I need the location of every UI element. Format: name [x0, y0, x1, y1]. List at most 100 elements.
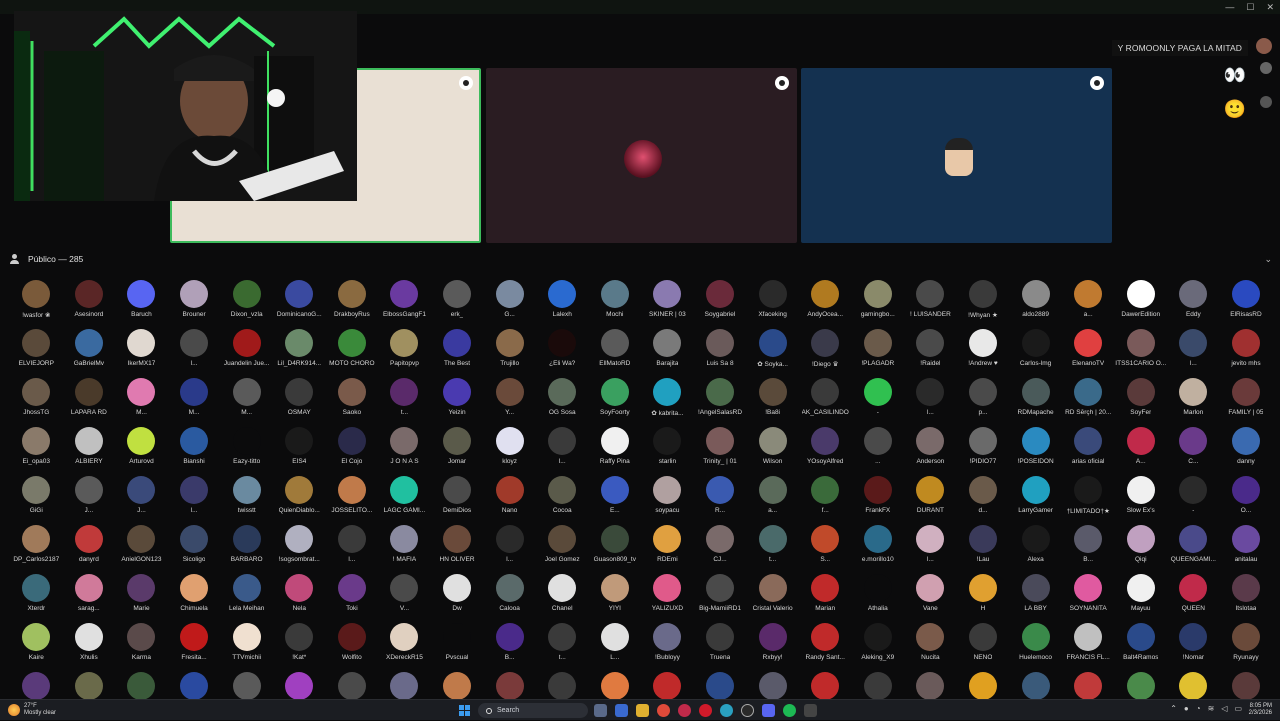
member-item[interactable]: Xterdr — [10, 574, 63, 623]
member-item[interactable]: e.morillo10 — [852, 525, 905, 574]
tray-icon[interactable]: ● — [1184, 704, 1189, 713]
side-icon[interactable] — [1260, 96, 1272, 108]
volume-icon[interactable]: ◁ — [1221, 704, 1227, 713]
member-item[interactable]: M... — [168, 378, 221, 427]
member-item[interactable]: LA BBY — [1009, 574, 1062, 623]
member-item[interactable]: l... — [483, 525, 536, 574]
member-item[interactable]: l... — [904, 378, 957, 427]
member-item[interactable]: l... — [168, 476, 221, 525]
member-item[interactable]: C... — [1167, 427, 1220, 476]
public-section-header[interactable]: Público — 285 ⌄ — [10, 252, 1272, 266]
member-item[interactable]: †LIMITADO†★ — [1062, 476, 1115, 525]
member-item[interactable]: d... — [957, 476, 1010, 525]
member-item[interactable]: XDereckR15 — [378, 623, 431, 672]
member-item[interactable]: !Andrew ♥ — [957, 329, 1010, 378]
member-item[interactable]: Qiqi — [1114, 525, 1167, 574]
member-item[interactable]: MOTO CHORO — [326, 329, 379, 378]
member-item[interactable]: Xhulis — [63, 623, 116, 672]
member-item[interactable]: Big-MamiiRD1 — [694, 574, 747, 623]
member-item[interactable]: - — [852, 378, 905, 427]
member-item[interactable]: !PLAGADR — [852, 329, 905, 378]
member-item[interactable]: !POSEIDON — [1009, 427, 1062, 476]
member-item[interactable]: JOSSELITO... — [326, 476, 379, 525]
stage-tile-2[interactable] — [486, 68, 797, 243]
member-item[interactable]: SOYNANITA — [1062, 574, 1115, 623]
member-item[interactable]: Eazy-titto — [220, 427, 273, 476]
member-item[interactable]: ALBIERY — [63, 427, 116, 476]
member-item[interactable]: Anderson — [904, 427, 957, 476]
member-item[interactable]: a... — [746, 476, 799, 525]
member-item[interactable]: Randy Sant... — [799, 623, 852, 672]
edge-icon[interactable] — [720, 704, 733, 717]
settings-icon[interactable] — [1090, 76, 1104, 90]
member-item[interactable]: ! MAFIA — [378, 525, 431, 574]
member-item[interactable]: !AngelSalasRD — [694, 378, 747, 427]
clock[interactable]: 8:05 PM 2/3/2026 — [1249, 703, 1272, 717]
wifi-icon[interactable]: ≋ — [1208, 704, 1215, 713]
member-item[interactable]: J... — [115, 476, 168, 525]
member-item[interactable]: The Best — [431, 329, 484, 378]
member-item[interactable]: ElenanoTV — [1062, 329, 1115, 378]
member-item[interactable]: RD Šērçh | 20... — [1062, 378, 1115, 427]
member-item[interactable]: ITSS1CARIO O... — [1114, 329, 1167, 378]
member-item[interactable]: DURANT — [904, 476, 957, 525]
member-item[interactable]: Xfaceking — [746, 280, 799, 329]
member-item[interactable]: Saoko — [326, 378, 379, 427]
member-item[interactable]: B... — [483, 623, 536, 672]
member-item[interactable]: ✿ Soyka... — [746, 329, 799, 378]
member-item[interactable]: SoyFoorty — [589, 378, 642, 427]
member-item[interactable]: Eddy — [1167, 280, 1220, 329]
battery-icon[interactable]: ▭ — [1234, 704, 1242, 713]
member-item[interactable]: Nano — [483, 476, 536, 525]
member-item[interactable]: M... — [115, 378, 168, 427]
member-item[interactable]: RDEmi — [641, 525, 694, 574]
member-item[interactable]: Sicoligo — [168, 525, 221, 574]
member-item[interactable]: soypacu — [641, 476, 694, 525]
member-item[interactable]: SKINER | 03 — [641, 280, 694, 329]
member-item[interactable]: A... — [1114, 427, 1167, 476]
member-item[interactable]: kloyz — [483, 427, 536, 476]
member-item[interactable]: B... — [1062, 525, 1115, 574]
stage-tile-3[interactable] — [801, 68, 1112, 243]
member-item[interactable]: Marian — [799, 574, 852, 623]
weather-widget[interactable]: 27°F Mostly clear — [8, 703, 56, 717]
member-item[interactable]: YIYI — [589, 574, 642, 623]
member-item[interactable]: GaBrielMv — [63, 329, 116, 378]
member-item[interactable]: QUEEN — [1167, 574, 1220, 623]
member-item[interactable]: DominicanoG... — [273, 280, 326, 329]
member-item[interactable]: !Diego ♛ — [799, 329, 852, 378]
member-item[interactable]: l... — [326, 525, 379, 574]
member-item[interactable]: OG Sosa — [536, 378, 589, 427]
member-item[interactable]: Dixon_vzla — [220, 280, 273, 329]
member-item[interactable]: Trujillo — [483, 329, 536, 378]
avatar[interactable] — [1256, 38, 1272, 54]
member-item[interactable]: jevito mhs — [1220, 329, 1273, 378]
member-item[interactable]: starlin — [641, 427, 694, 476]
member-item[interactable]: AK_CASILINDO — [799, 378, 852, 427]
settings-icon[interactable] — [775, 76, 789, 90]
member-item[interactable]: ElbossGangF1 — [378, 280, 431, 329]
member-item[interactable]: Asesinord — [63, 280, 116, 329]
member-item[interactable]: JhossTG — [10, 378, 63, 427]
member-item[interactable]: YALIZUXD — [641, 574, 694, 623]
chevron-up-icon[interactable]: ⌃ — [1170, 704, 1177, 713]
obs-icon[interactable] — [741, 704, 754, 717]
member-item[interactable]: OSMAY — [273, 378, 326, 427]
emoji-icon[interactable]: 🙂 — [1220, 94, 1250, 124]
member-item[interactable]: LAPARA RD — [63, 378, 116, 427]
member-item[interactable]: Rxbyy! — [746, 623, 799, 672]
member-item[interactable]: Huelemoco — [1009, 623, 1062, 672]
member-item[interactable]: f... — [799, 476, 852, 525]
member-item[interactable]: Carlos-lmg — [1009, 329, 1062, 378]
spotify-icon[interactable] — [783, 704, 796, 717]
member-item[interactable]: - — [1167, 476, 1220, 525]
member-item[interactable]: l... — [1167, 329, 1220, 378]
member-item[interactable]: l... — [904, 525, 957, 574]
member-item[interactable]: CJ... — [694, 525, 747, 574]
member-item[interactable]: !PIDIO77 — [957, 427, 1010, 476]
member-item[interactable]: !Lau — [957, 525, 1010, 574]
member-item[interactable]: DemiDios — [431, 476, 484, 525]
member-item[interactable]: Trinity_ | 01 — [694, 427, 747, 476]
member-item[interactable]: S... — [799, 525, 852, 574]
member-item[interactable]: DP_Carlos2187 — [10, 525, 63, 574]
